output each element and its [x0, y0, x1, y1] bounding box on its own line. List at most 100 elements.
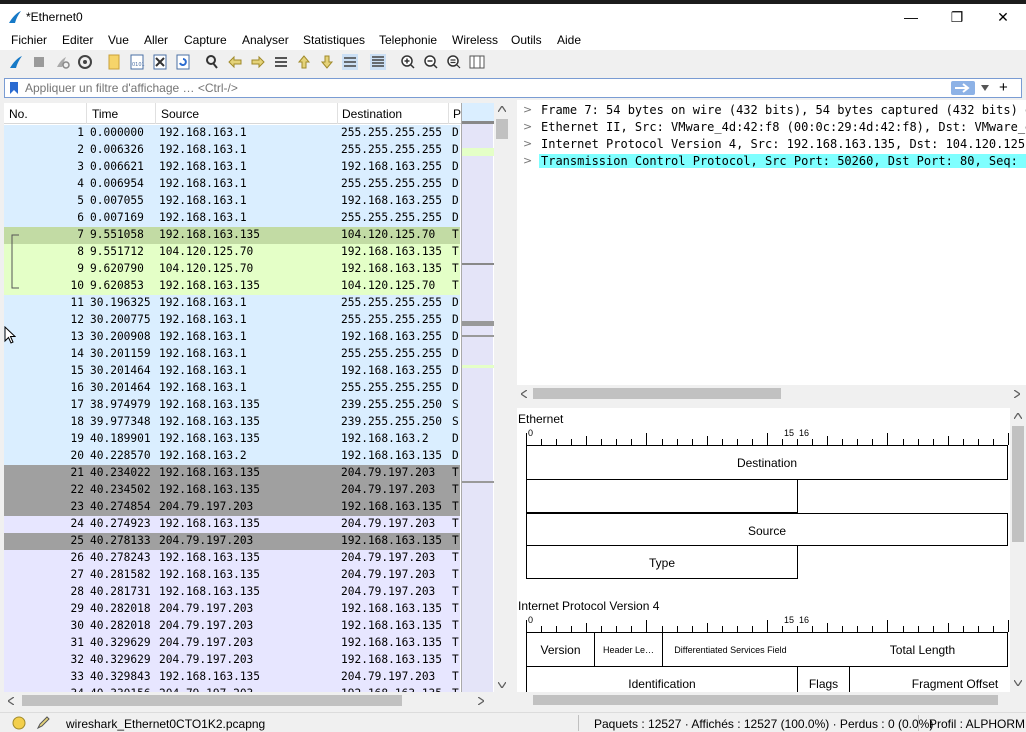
packet-list-vertical-scrollbar[interactable]	[494, 103, 510, 692]
field-version[interactable]: Version	[526, 633, 594, 667]
menu-capture[interactable]: Capture	[184, 33, 227, 47]
column-divider[interactable]	[155, 103, 156, 124]
field-destination-continued[interactable]	[526, 480, 798, 513]
column-divider[interactable]	[337, 103, 338, 124]
menu-aide[interactable]: Aide	[557, 33, 581, 47]
table-row[interactable]: 31 40.329629 204.79.197.203 192.168.163.135…	[4, 635, 460, 652]
details-horizontal-scrollbar[interactable]	[517, 385, 1026, 402]
minimize-button[interactable]: —	[888, 6, 934, 28]
table-row[interactable]: 11 30.196325 192.168.163.1 255.255.255.255 D	[4, 295, 460, 312]
close-button[interactable]: ✕	[980, 6, 1026, 28]
colorize-icon[interactable]	[370, 54, 386, 70]
bookmark-icon[interactable]	[9, 81, 19, 95]
menu-vue[interactable]: Vue	[108, 33, 129, 47]
table-row[interactable]: 8 9.551712 104.120.125.70 192.168.163.135 T	[4, 244, 460, 261]
zoom-in-icon[interactable]	[400, 54, 416, 70]
scroll-up-icon[interactable]	[498, 106, 506, 112]
expert-info-icon[interactable]	[12, 716, 26, 730]
autoscroll-icon[interactable]	[342, 54, 358, 70]
table-row[interactable]: 30 40.282018 204.79.197.203 192.168.163.135…	[4, 618, 460, 635]
display-filter-input[interactable]	[25, 80, 925, 96]
scroll-left-icon[interactable]	[521, 390, 527, 398]
field-destination[interactable]: Destination	[526, 446, 1008, 480]
restart-capture-icon[interactable]	[54, 54, 70, 70]
table-row[interactable]: 10 9.620853 192.168.163.135 104.120.125.70 T	[4, 278, 460, 295]
find-packet-icon[interactable]	[204, 54, 220, 70]
table-row[interactable]: 12 30.200775 192.168.163.1 255.255.255.255 D	[4, 312, 460, 329]
close-file-icon[interactable]	[152, 54, 168, 70]
diagram-scroll-thumb[interactable]	[1012, 426, 1024, 542]
column-header-protocol[interactable]: P	[453, 107, 461, 121]
table-row[interactable]: 3 0.006621 192.168.163.1 192.168.163.255 D	[4, 159, 460, 176]
menu-editer[interactable]: Editer	[62, 33, 93, 47]
diagram-vertical-scrollbar[interactable]	[1010, 408, 1026, 692]
menu-statistiques[interactable]: Statistiques	[303, 33, 365, 47]
table-row[interactable]: 7 9.551058 192.168.163.135 104.120.125.70 T	[4, 227, 460, 244]
go-first-icon[interactable]	[296, 54, 312, 70]
diagram-horizontal-scrollbar[interactable]	[517, 692, 1026, 708]
table-row[interactable]: 22 40.234502 192.168.163.135 204.79.197.203…	[4, 482, 460, 499]
table-row[interactable]: 20 40.228570 192.168.163.2 192.168.163.135 D	[4, 448, 460, 465]
expand-arrow-icon[interactable]: >	[523, 103, 532, 116]
table-row[interactable]: 5 0.007055 192.168.163.1 192.168.163.255 D	[4, 193, 460, 210]
column-header-time[interactable]: Time	[92, 107, 118, 121]
menu-fichier[interactable]: Fichier	[11, 33, 47, 47]
table-row[interactable]: 13 30.200908 192.168.163.1 192.168.163.255 D	[4, 329, 460, 346]
packet-minimap[interactable]	[461, 103, 494, 692]
detail-row-ipv4[interactable]: > Internet Protocol Version 4, Src: 192.1…	[517, 136, 1026, 153]
table-row[interactable]: 18 39.977348 192.168.163.135 239.255.255.25…	[4, 414, 460, 431]
table-row[interactable]: 33 40.329843 192.168.163.135 204.79.197.203…	[4, 669, 460, 686]
add-filter-button[interactable]: +	[999, 79, 1008, 96]
horizontal-scroll-thumb[interactable]	[22, 695, 402, 706]
resize-columns-icon[interactable]	[469, 54, 485, 70]
go-last-icon[interactable]	[319, 54, 335, 70]
table-row[interactable]: 29 40.282018 204.79.197.203 192.168.163.135…	[4, 601, 460, 618]
table-row[interactable]: 26 40.278243 192.168.163.135 204.79.197.203…	[4, 550, 460, 567]
vertical-scroll-thumb[interactable]	[496, 119, 508, 139]
details-scroll-thumb[interactable]	[533, 388, 781, 399]
table-row[interactable]: 1 0.000000 192.168.163.1 255.255.255.255 D	[4, 125, 460, 142]
column-header-no[interactable]: No.	[9, 107, 28, 121]
start-capture-icon[interactable]	[8, 54, 24, 70]
zoom-out-icon[interactable]	[423, 54, 439, 70]
packet-list[interactable]: No. Time Source Destination P 1 0.000000 1…	[4, 103, 494, 692]
table-row[interactable]: 28 40.281731 192.168.163.135 204.79.197.203…	[4, 584, 460, 601]
table-row[interactable]: 9 9.620790 104.120.125.70 192.168.163.135 T	[4, 261, 460, 278]
table-row[interactable]: 16 30.201464 192.168.163.1 255.255.255.255 D	[4, 380, 460, 397]
menu-analyser[interactable]: Analyser	[242, 33, 289, 47]
column-header-source[interactable]: Source	[161, 107, 199, 121]
capture-options-icon[interactable]	[77, 54, 93, 70]
go-forward-icon[interactable]	[250, 54, 266, 70]
menu-aller[interactable]: Aller	[144, 33, 168, 47]
table-row[interactable]: 23 40.274854 204.79.197.203 192.168.163.135…	[4, 499, 460, 516]
expand-arrow-icon[interactable]: >	[523, 137, 532, 150]
detail-row-tcp[interactable]: > Transmission Control Protocol, Src Port…	[517, 153, 1026, 170]
table-row[interactable]: 4 0.006954 192.168.163.1 255.255.255.255 D	[4, 176, 460, 193]
column-header-destination[interactable]: Destination	[342, 107, 402, 121]
packet-diagram[interactable]: Ethernet 0 15 16 Destination Source Type…	[517, 408, 1026, 708]
field-header-length[interactable]: Header Le…	[594, 633, 662, 667]
apply-filter-icon[interactable]	[951, 81, 975, 95]
profile-label[interactable]: Profil : ALPHORM	[929, 717, 1025, 731]
field-dsf[interactable]: Differentiated Services Field	[662, 633, 799, 667]
expand-arrow-icon[interactable]: >	[523, 154, 532, 167]
table-row[interactable]: 14 30.201159 192.168.163.1 255.255.255.255 D	[4, 346, 460, 363]
zoom-normal-icon[interactable]	[446, 54, 462, 70]
packet-details-tree[interactable]: > Frame 7: 54 bytes on wire (432 bits), 5…	[517, 100, 1026, 402]
table-row[interactable]: 15 30.201464 192.168.163.1 192.168.163.255 D	[4, 363, 460, 380]
table-row[interactable]: 6 0.007169 192.168.163.1 255.255.255.255 D	[4, 210, 460, 227]
go-to-packet-icon[interactable]	[273, 54, 289, 70]
menu-telephonie[interactable]: Telephonie	[379, 33, 437, 47]
scroll-right-icon[interactable]	[478, 697, 484, 705]
scroll-up-icon[interactable]	[1014, 413, 1022, 419]
table-row[interactable]: 32 40.329629 204.79.197.203 192.168.163.135…	[4, 652, 460, 669]
filter-history-dropdown-icon[interactable]	[981, 85, 989, 91]
save-file-icon[interactable]: 0101	[129, 54, 145, 70]
detail-row-ethernet[interactable]: > Ethernet II, Src: VMware_4d:42:f8 (00:0…	[517, 119, 1026, 136]
column-divider[interactable]	[86, 103, 87, 124]
capture-comment-icon[interactable]	[36, 716, 50, 730]
table-row[interactable]: 19 40.189901 192.168.163.135 192.168.163.2 D	[4, 431, 460, 448]
packet-list-horizontal-scrollbar[interactable]	[4, 692, 510, 709]
table-row[interactable]: 24 40.274923 192.168.163.135 204.79.197.203…	[4, 516, 460, 533]
open-file-icon[interactable]	[106, 54, 122, 70]
